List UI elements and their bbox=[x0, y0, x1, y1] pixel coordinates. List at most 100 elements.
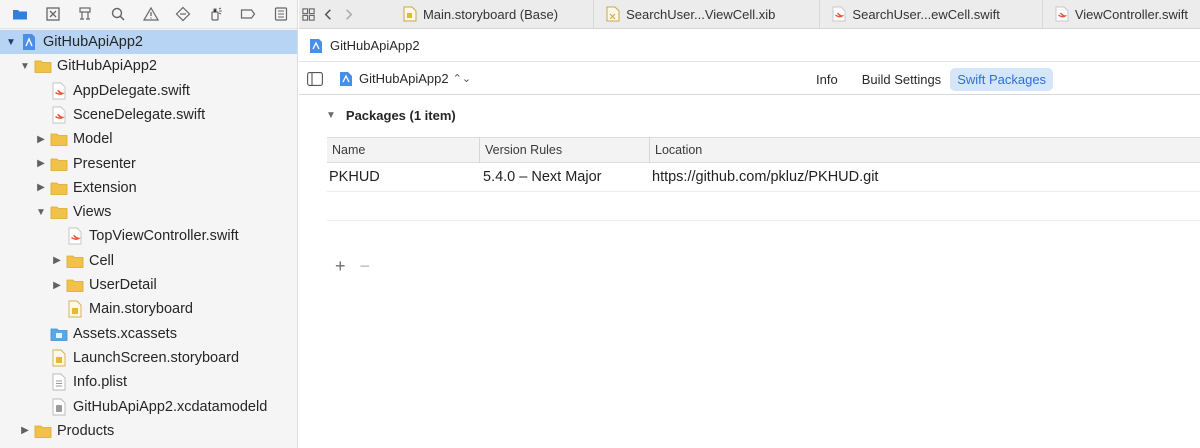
sidebar-item-label: Views bbox=[73, 204, 112, 221]
folder-icon bbox=[66, 252, 84, 270]
swift-file-icon bbox=[50, 106, 68, 124]
disclosure-closed-icon[interactable]: ▶ bbox=[34, 181, 48, 195]
assets-folder-icon bbox=[50, 325, 68, 343]
tab-swift-packages[interactable]: Swift Packages bbox=[950, 68, 1054, 91]
warning-icon[interactable] bbox=[134, 0, 167, 29]
sidebar-item-label: TopViewController.swift bbox=[89, 228, 239, 245]
folder-icon bbox=[50, 155, 68, 173]
tab-build-settings[interactable]: Build Settings bbox=[855, 68, 949, 91]
table-row[interactable]: PKHUD 5.4.0 – Next Major https://github.… bbox=[327, 163, 1200, 192]
project-navigator: ▼GitHubApiApp2▼GitHubApiApp2▶AppDelegate… bbox=[0, 0, 298, 448]
sidebar-item-label: Cell bbox=[89, 252, 114, 269]
sidebar-item[interactable]: ▶LaunchScreen.storyboard bbox=[0, 346, 297, 370]
sidebar-item[interactable]: ▼ GitHubApiApp2 bbox=[0, 30, 297, 54]
packages-table: Name Version Rules Location PKHUD 5.4.0 … bbox=[327, 137, 1200, 221]
disclosure-closed-icon[interactable]: ▶ bbox=[50, 254, 64, 268]
tab-searchuser-swift[interactable]: SearchUser...ewCell.swift bbox=[819, 0, 1011, 29]
grid-icon[interactable] bbox=[299, 0, 319, 29]
add-remove-controls: + − bbox=[335, 256, 370, 277]
hierarchy-icon[interactable] bbox=[69, 0, 102, 29]
navigator-selector-bar bbox=[0, 0, 297, 29]
sidebar-item[interactable]: ▶ Extension bbox=[0, 176, 297, 200]
sidebar-item-label: Info.plist bbox=[73, 374, 127, 391]
project-icon bbox=[20, 33, 38, 51]
sidebar-item[interactable]: ▶ Model bbox=[0, 127, 297, 151]
table-header: Name Version Rules Location bbox=[327, 137, 1200, 163]
folder-icon bbox=[50, 179, 68, 197]
section-title: Packages (1 item) bbox=[345, 108, 456, 123]
column-header-location[interactable]: Location bbox=[650, 137, 1200, 163]
sidebar-item[interactable]: ▶ Presenter bbox=[0, 152, 297, 176]
sidebar-item[interactable]: ▶GitHubApiApp2.xcdatamodeld bbox=[0, 395, 297, 419]
storyboard-file-icon bbox=[50, 349, 68, 367]
sidebar-item-label: LaunchScreen.storyboard bbox=[73, 349, 240, 366]
remove-package-button[interactable]: − bbox=[360, 256, 371, 277]
disclosure-closed-icon[interactable]: ▶ bbox=[34, 157, 48, 171]
breadcrumb[interactable]: GitHubApiApp2 bbox=[299, 30, 1200, 62]
sidebar-item-label: Main.storyboard bbox=[89, 301, 193, 318]
tab-info[interactable]: Info bbox=[809, 68, 845, 91]
sidebar-item-label: UserDetail bbox=[89, 277, 157, 293]
sidebar-item-label: Extension bbox=[73, 179, 137, 196]
project-editor-toolbar: GitHubApiApp2 ⌃⌄ Info Build Settings Swi… bbox=[299, 63, 1200, 95]
plist-file-icon bbox=[50, 373, 68, 391]
sidebar-item-label: GitHubApiApp2.xcdatamodeld bbox=[73, 398, 268, 415]
target-selector[interactable]: GitHubApiApp2 ⌃⌄ bbox=[339, 71, 471, 87]
xib-file-icon bbox=[606, 6, 620, 22]
swift-file-icon bbox=[832, 6, 846, 22]
tab-label: ViewController.swift bbox=[1074, 6, 1189, 22]
diamond-icon[interactable] bbox=[167, 0, 200, 29]
tab-searchuser-xib[interactable]: SearchUser...ViewCell.xib bbox=[593, 0, 787, 29]
package-location: https://github.com/pkluz/PKHUD.git bbox=[652, 169, 879, 185]
add-package-button[interactable]: + bbox=[335, 256, 346, 277]
tab-main-storyboard[interactable]: Main.storyboard (Base) bbox=[391, 0, 570, 29]
datamodel-file-icon bbox=[50, 398, 68, 416]
disclosure-closed-icon[interactable]: ▶ bbox=[34, 132, 48, 146]
sidebar-item[interactable]: ▶Info.plist bbox=[0, 370, 297, 394]
folder-icon bbox=[34, 422, 52, 440]
swift-file-icon bbox=[50, 82, 68, 100]
x-square-icon[interactable] bbox=[37, 0, 70, 29]
sidebar-item[interactable]: ▶TopViewController.swift bbox=[0, 224, 297, 248]
sidebar-item-label: GitHubApiApp2 bbox=[43, 34, 143, 50]
sidebar-item-label: Products bbox=[57, 422, 115, 439]
project-icon bbox=[339, 71, 353, 87]
chevron-right-icon[interactable] bbox=[339, 0, 359, 29]
sidebar-item[interactable]: ▶SceneDelegate.swift bbox=[0, 103, 297, 127]
sidebar-item[interactable]: ▶AppDelegate.swift bbox=[0, 79, 297, 103]
search-icon[interactable] bbox=[102, 0, 135, 29]
package-name: PKHUD bbox=[329, 169, 380, 185]
disclosure-open-icon[interactable]: ▼ bbox=[18, 59, 32, 73]
sidebar-item[interactable]: ▶ Products bbox=[0, 419, 297, 443]
chevron-left-icon[interactable] bbox=[319, 0, 339, 29]
sidebar-item-label: Presenter bbox=[73, 155, 136, 172]
packages-section-header[interactable]: ▼ Packages (1 item) bbox=[326, 108, 456, 123]
sidebar-item[interactable]: ▼ GitHubApiApp2 bbox=[0, 54, 297, 78]
folder-icon bbox=[50, 130, 68, 148]
column-header-name[interactable]: Name bbox=[327, 137, 480, 163]
swift-file-icon bbox=[66, 227, 84, 245]
tab-viewcontroller-swift[interactable]: ViewController.swift bbox=[1041, 0, 1200, 29]
sidebar-item[interactable]: ▶Assets.xcassets bbox=[0, 322, 297, 346]
folder-icon bbox=[66, 276, 84, 294]
report-icon[interactable] bbox=[265, 0, 298, 29]
sidebar-item[interactable]: ▶ UserDetail bbox=[0, 273, 297, 297]
column-header-version[interactable]: Version Rules bbox=[480, 137, 650, 163]
breakpoint-icon[interactable] bbox=[232, 0, 265, 29]
disclosure-closed-icon[interactable]: ▶ bbox=[18, 424, 32, 438]
sidebar-item[interactable]: ▶ Cell bbox=[0, 249, 297, 273]
sidebar-item-label: SceneDelegate.swift bbox=[73, 106, 206, 123]
disclosure-open-icon[interactable]: ▼ bbox=[4, 35, 18, 49]
project-icon bbox=[308, 38, 324, 54]
sidebar-item[interactable]: ▶Main.storyboard bbox=[0, 297, 297, 321]
sidebar-item-label: Assets.xcassets bbox=[73, 325, 177, 342]
folder-icon[interactable] bbox=[4, 0, 37, 29]
editor-segment-control: Info Build Settings Swift Packages bbox=[809, 68, 1054, 91]
storyboard-file-icon bbox=[66, 300, 84, 318]
debug-spray-icon[interactable] bbox=[199, 0, 232, 29]
sidebar-toggle-icon[interactable] bbox=[307, 71, 323, 86]
sidebar-item[interactable]: ▼ Views bbox=[0, 200, 297, 224]
disclosure-closed-icon[interactable]: ▶ bbox=[50, 278, 64, 292]
disclosure-triangle-icon[interactable]: ▼ bbox=[326, 110, 336, 121]
disclosure-open-icon[interactable]: ▼ bbox=[34, 205, 48, 219]
